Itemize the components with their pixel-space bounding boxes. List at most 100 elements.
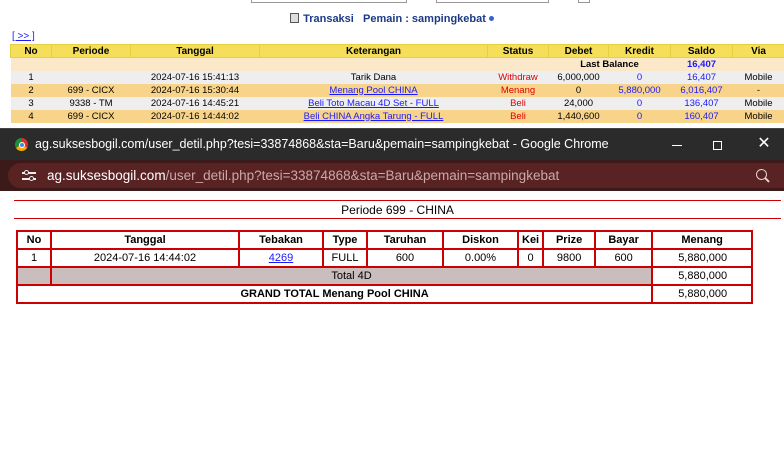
omnibox[interactable]: ag.suksesbogil.com/user_detil.php?tesi=3… bbox=[8, 163, 784, 188]
cell-status: Beli bbox=[487, 96, 549, 110]
url-text[interactable]: ag.suksesbogil.com/user_detil.php?tesi=3… bbox=[47, 168, 559, 183]
total-value: 5,880,000 bbox=[653, 268, 752, 284]
divider bbox=[14, 200, 781, 201]
cell-no: 1 bbox=[18, 250, 50, 266]
chrome-popup-window: ag.suksesbogil.com/user_detil.php?tesi=3… bbox=[0, 128, 784, 464]
cell-keterangan-link[interactable]: Beli Toto Macau 4D Set - FULL bbox=[259, 96, 488, 110]
col-diskon: Diskon bbox=[444, 232, 517, 248]
cell-tebakan-link[interactable]: 4269 bbox=[240, 250, 322, 266]
col-tebakan: Tebakan bbox=[240, 232, 322, 248]
chrome-logo-icon bbox=[15, 138, 28, 151]
cell-no: 4 bbox=[10, 109, 52, 123]
cell-kredit: 0 bbox=[608, 96, 671, 110]
grand-total-label: GRAND TOTAL Menang Pool CHINA bbox=[18, 286, 652, 302]
cell-via: Mobile bbox=[732, 109, 784, 123]
transaction-page-title: Transaksi Pemain : sampingkebat bbox=[0, 13, 784, 25]
col-debet: Debet bbox=[548, 44, 609, 58]
cell-keterangan: Tarik Dana bbox=[259, 70, 488, 84]
cell-no: 2 bbox=[10, 83, 52, 97]
background-page: Transaksi Pemain : sampingkebat [ >> ] N… bbox=[0, 0, 784, 130]
cell-taruhan: 600 bbox=[368, 250, 442, 266]
cell-saldo: 6,016,407 bbox=[670, 83, 733, 97]
detail-header-row: No Tanggal Tebakan Type Taruhan Diskon K… bbox=[18, 232, 752, 248]
total-row: Total 4D 5,880,000 bbox=[18, 268, 752, 284]
cell-kredit: 0 bbox=[608, 70, 671, 84]
last-balance-row: Last Balance 16,407 bbox=[10, 57, 784, 71]
window-title: ag.suksesbogil.com/user_detil.php?tesi=3… bbox=[35, 137, 609, 151]
bet-detail-table: No Tanggal Tebakan Type Taruhan Diskon K… bbox=[16, 230, 754, 304]
cell-diskon: 0.00% bbox=[444, 250, 517, 266]
cell-no: 3 bbox=[10, 96, 52, 110]
periode-title: Periode 699 - CHINA bbox=[341, 203, 454, 217]
cell-debet: 24,000 bbox=[548, 96, 609, 110]
cell-saldo: 16,407 bbox=[670, 70, 733, 84]
maximize-button[interactable] bbox=[707, 135, 727, 153]
cell-menang: 5,880,000 bbox=[653, 250, 752, 266]
next-page-link[interactable]: [ >> ] bbox=[12, 31, 35, 42]
url-path: /user_detil.php?tesi=33874868&sta=Baru&p… bbox=[165, 168, 560, 183]
top-input-field-3[interactable] bbox=[578, 0, 590, 3]
col-taruhan: Taruhan bbox=[368, 232, 442, 248]
cell-keterangan-link[interactable]: Beli CHINA Angka Tarung - FULL bbox=[259, 109, 488, 123]
cell-periode: 699 - CICX bbox=[51, 83, 131, 97]
col-tanggal: Tanggal bbox=[130, 44, 260, 58]
top-input-field[interactable] bbox=[251, 0, 407, 3]
last-balance-value: 16,407 bbox=[670, 57, 733, 71]
col-keterangan: Keterangan bbox=[259, 44, 488, 58]
minimize-icon bbox=[672, 144, 682, 146]
cell-tanggal: 2024-07-16 14:44:02 bbox=[130, 109, 260, 123]
cell-debet: 1,440,600 bbox=[548, 109, 609, 123]
player-label: Pemain : sampingkebat bbox=[363, 13, 486, 25]
minimize-button[interactable] bbox=[667, 135, 687, 153]
col-kredit: Kredit bbox=[608, 44, 671, 58]
document-icon bbox=[290, 13, 300, 23]
cell-type: FULL bbox=[324, 250, 366, 266]
info-dot-icon bbox=[488, 16, 494, 21]
cell-kei: 0 bbox=[519, 250, 543, 266]
grand-total-value: 5,880,000 bbox=[653, 286, 752, 302]
cell-debet: 6,000,000 bbox=[548, 70, 609, 84]
cell-debet: 0 bbox=[548, 83, 609, 97]
close-button[interactable]: ✕ bbox=[754, 135, 774, 153]
window-titlebar[interactable]: ag.suksesbogil.com/user_detil.php?tesi=3… bbox=[0, 129, 784, 160]
cell-kredit: 5,880,000 bbox=[608, 83, 671, 97]
cell-tanggal: 2024-07-16 14:45:21 bbox=[130, 96, 260, 110]
cell-via: Mobile bbox=[732, 96, 784, 110]
cell-tanggal: 2024-07-16 14:44:02 bbox=[52, 250, 238, 266]
cell-no: 1 bbox=[10, 70, 52, 84]
cell-tanggal: 2024-07-16 15:41:13 bbox=[130, 70, 260, 84]
cell-prize: 9800 bbox=[544, 250, 595, 266]
top-input-field-2[interactable] bbox=[436, 0, 549, 3]
total-spacer bbox=[18, 268, 50, 284]
site-info-icon[interactable] bbox=[22, 170, 36, 181]
cell-periode: 9338 - TM bbox=[51, 96, 131, 110]
cell-bayar: 600 bbox=[596, 250, 652, 266]
cell-periode: 699 - CICX bbox=[51, 109, 131, 123]
grand-total-row: GRAND TOTAL Menang Pool CHINA 5,880,000 bbox=[18, 286, 752, 302]
cell-kredit: 0 bbox=[608, 109, 671, 123]
col-tanggal: Tanggal bbox=[52, 232, 238, 248]
transactions-table: No Periode Tanggal Keterangan Status Deb… bbox=[10, 44, 784, 123]
cell-saldo: 160,407 bbox=[670, 109, 733, 123]
col-status: Status bbox=[487, 44, 549, 58]
detail-row: 1 2024-07-16 14:44:02 4269 FULL 600 0.00… bbox=[18, 250, 752, 266]
cell-tanggal: 2024-07-16 15:30:44 bbox=[130, 83, 260, 97]
address-bar: ag.suksesbogil.com/user_detil.php?tesi=3… bbox=[0, 160, 784, 191]
zoom-icon[interactable] bbox=[755, 168, 771, 184]
total-label: Total 4D bbox=[52, 268, 652, 284]
col-periode: Periode bbox=[51, 44, 131, 58]
table-header-row: No Periode Tanggal Keterangan Status Deb… bbox=[10, 44, 784, 58]
cell-status: Withdraw bbox=[487, 70, 549, 84]
cell-status: Menang bbox=[487, 83, 549, 97]
cell-periode bbox=[51, 70, 131, 84]
col-menang: Menang bbox=[653, 232, 752, 248]
table-row: 4 699 - CICX 2024-07-16 14:44:02 Beli CH… bbox=[10, 109, 784, 123]
maximize-icon bbox=[712, 140, 722, 150]
col-prize: Prize bbox=[544, 232, 595, 248]
url-host: ag.suksesbogil.com bbox=[47, 168, 166, 183]
cell-keterangan-link[interactable]: Menang Pool CHINA bbox=[259, 83, 488, 97]
col-kei: Kei bbox=[519, 232, 543, 248]
col-no: No bbox=[10, 44, 52, 58]
cell-via: - bbox=[732, 83, 784, 97]
col-no: No bbox=[18, 232, 50, 248]
